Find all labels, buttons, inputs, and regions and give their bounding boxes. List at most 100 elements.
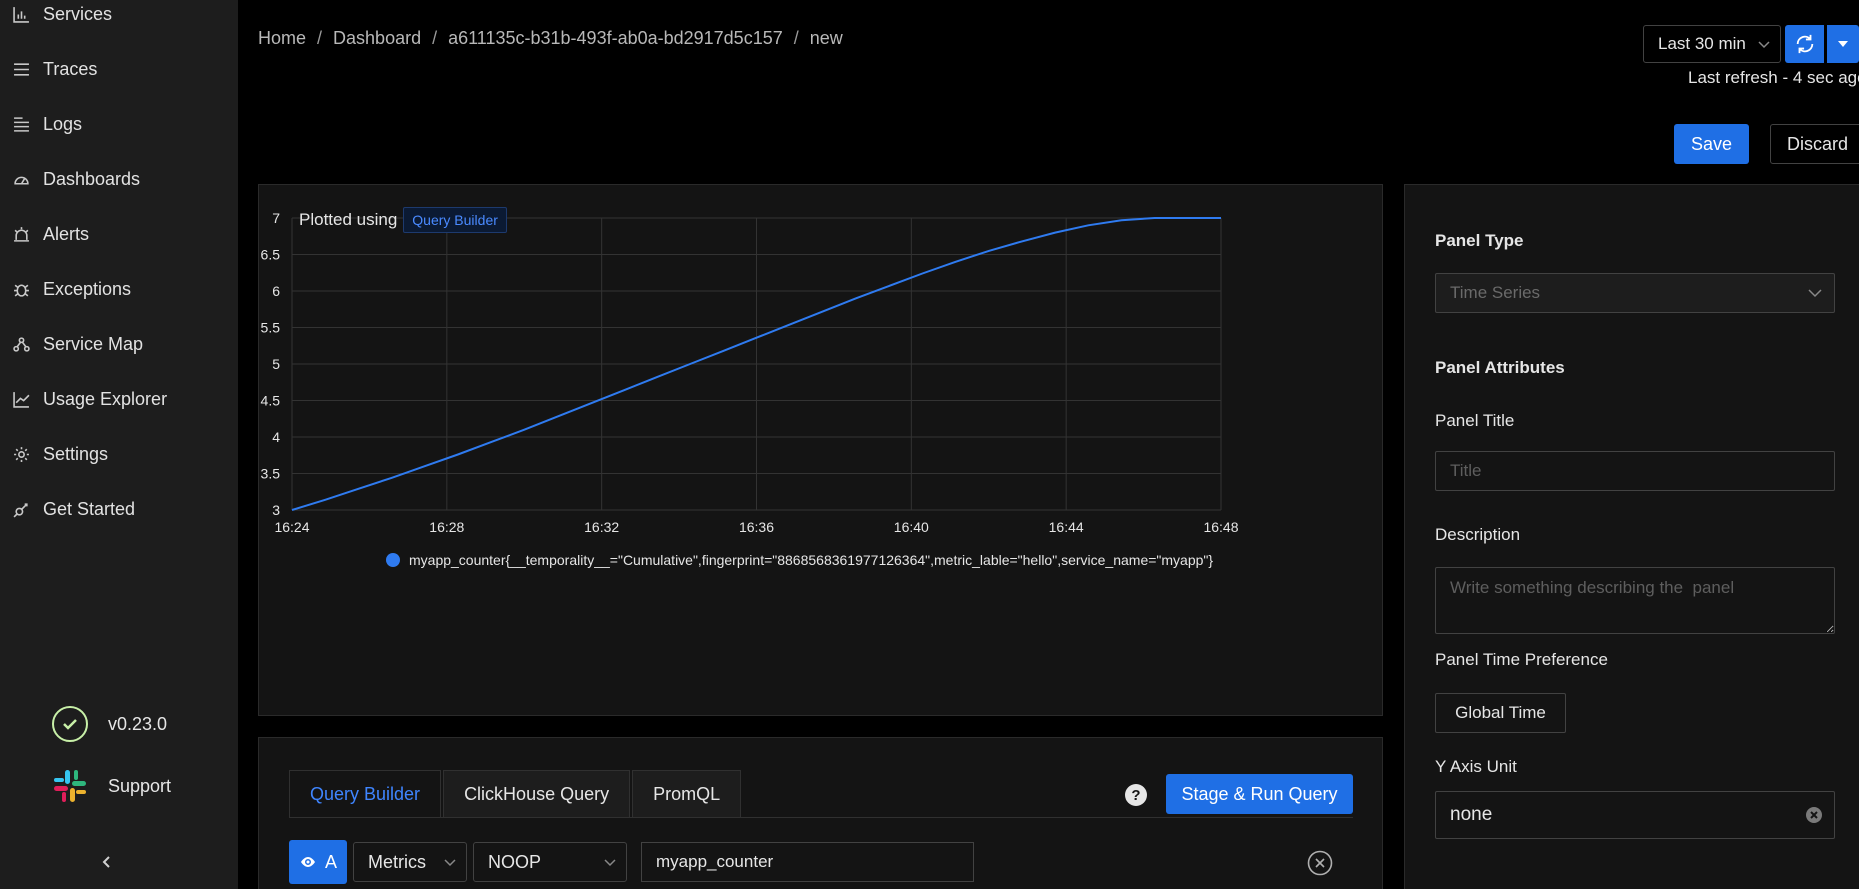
- alarm-icon: [12, 225, 30, 243]
- x-tick-label: 16:48: [1203, 519, 1238, 535]
- sidebar-item-label: Dashboards: [43, 168, 141, 189]
- sidebar-item-label: Exceptions: [43, 278, 132, 299]
- panel-settings: Panel Type Time Series Panel Attributes …: [1404, 184, 1859, 889]
- version-label: v0.23.0: [108, 713, 168, 734]
- legend-label: myapp_counter{__temporality__="Cumulativ…: [409, 552, 1213, 568]
- sidebar-item-label: Get Started: [43, 498, 136, 519]
- x-tick-label: 16:28: [429, 519, 464, 535]
- sidebar-item-label: Service Map: [43, 333, 144, 354]
- sidebar-item-service-map[interactable]: Service Map: [0, 324, 238, 364]
- eye-icon: [300, 857, 315, 867]
- query-builder-tag: Query Builder: [403, 207, 507, 233]
- global-time-button[interactable]: Global Time: [1435, 693, 1566, 733]
- y-tick-label: 6: [272, 283, 280, 299]
- panel-type-heading: Panel Type: [1435, 231, 1524, 250]
- bug-icon: [12, 280, 30, 298]
- sidebar-item-services[interactable]: Services: [0, 0, 238, 34]
- data-source-value: Metrics: [368, 851, 426, 872]
- aggregation-select[interactable]: NOOP: [473, 842, 627, 882]
- chart-panel: 3 3.5 4 4.5 5 5.5 6 6.5 7 16:24 16:28 16:32 16:36 16:…: [258, 184, 1383, 716]
- breadcrumb-dashboard-id[interactable]: a611135c-b31b-493f-ab0a-bd2917d5c157: [448, 28, 783, 49]
- sidebar-item-settings[interactable]: Settings: [0, 434, 238, 474]
- breadcrumb-home[interactable]: Home: [258, 28, 306, 49]
- x-tick-label: 16:44: [1049, 519, 1084, 535]
- slack-icon: [52, 768, 88, 804]
- tab-query-builder[interactable]: Query Builder: [289, 770, 442, 818]
- y-axis-unit-select[interactable]: none: [1435, 791, 1835, 839]
- version-info: v0.23.0: [52, 706, 167, 742]
- panel-title-label: Panel Title: [1435, 411, 1515, 430]
- chevron-down-icon: [1808, 289, 1822, 298]
- query-tabs: Query Builder ClickHouse Query PromQL: [289, 770, 743, 818]
- support-label: Support: [108, 775, 172, 796]
- panel-title-input[interactable]: [1435, 451, 1835, 491]
- breadcrumb-current: new: [809, 28, 843, 48]
- sidebar: Services Traces Logs Dashboards Alerts E…: [0, 0, 238, 889]
- y-tick-label: 3: [272, 502, 280, 518]
- sidebar-item-label: Usage Explorer: [43, 388, 168, 409]
- x-tick-label: 16:24: [274, 519, 309, 535]
- panel-type-select[interactable]: Time Series: [1435, 273, 1835, 313]
- query-name: A: [324, 851, 337, 872]
- sidebar-item-label: Services: [43, 3, 113, 24]
- line-chart-icon: [12, 390, 30, 408]
- sidebar-item-get-started[interactable]: Get Started: [0, 489, 238, 529]
- sidebar-item-exceptions[interactable]: Exceptions: [0, 269, 238, 309]
- deployment-unit-icon: [12, 335, 30, 353]
- sidebar-item-usage-explorer[interactable]: Usage Explorer: [0, 379, 238, 419]
- y-axis-unit-label: Y Axis Unit: [1435, 757, 1517, 776]
- chevron-left-icon: [100, 856, 114, 873]
- breadcrumb-dashboard[interactable]: Dashboard: [333, 28, 421, 49]
- sidebar-item-label: Logs: [43, 113, 83, 134]
- sidebar-item-dashboards[interactable]: Dashboards: [0, 159, 238, 199]
- data-source-select[interactable]: Metrics: [353, 842, 467, 882]
- breadcrumb-separator: /: [317, 28, 323, 48]
- breadcrumb: Home / Dashboard / a611135c-b31b-493f-ab…: [258, 28, 843, 49]
- chevron-down-icon: [604, 859, 616, 867]
- query-visibility-toggle[interactable]: A: [289, 840, 347, 884]
- y-tick-label: 3.5: [261, 466, 281, 482]
- discard-button[interactable]: Discard: [1770, 124, 1859, 164]
- y-tick-label: 4.5: [261, 393, 281, 409]
- sidebar-item-logs[interactable]: Logs: [0, 104, 238, 144]
- check-circle-icon: [52, 706, 88, 742]
- time-range-select[interactable]: Last 30 min: [1643, 25, 1781, 63]
- menu-lines-icon: [12, 60, 30, 78]
- tab-clickhouse-query[interactable]: ClickHouse Query: [443, 770, 631, 818]
- legend-marker: [386, 553, 400, 567]
- chevron-down-icon: [444, 859, 456, 867]
- breadcrumb-separator: /: [432, 28, 438, 48]
- save-button[interactable]: Save: [1674, 124, 1749, 164]
- aggregation-value: NOOP: [488, 851, 542, 872]
- x-tick-label: 16:40: [894, 519, 929, 535]
- y-tick-label: 4: [272, 429, 280, 445]
- description-label: Description: [1435, 525, 1521, 544]
- sidebar-item-label: Alerts: [43, 223, 90, 244]
- tab-promql[interactable]: PromQL: [632, 770, 742, 818]
- metric-name-input[interactable]: [641, 842, 974, 882]
- support-link[interactable]: Support: [52, 768, 171, 804]
- last-refresh-text: Last refresh - 4 sec ago: [1688, 68, 1859, 87]
- stage-and-run-query-button[interactable]: Stage & Run Query: [1166, 774, 1353, 814]
- gear-icon: [12, 445, 30, 463]
- y-axis-unit-value: none: [1450, 804, 1493, 825]
- plotted-using-label: Plotted using: [299, 210, 398, 229]
- tabs-divider: [289, 817, 1353, 818]
- plotted-using: Plotted using Query Builder: [299, 207, 507, 233]
- query-panel: Query Builder ClickHouse Query PromQL ? …: [258, 737, 1383, 889]
- chevron-down-icon: [1758, 41, 1770, 49]
- remove-query-button[interactable]: [1307, 850, 1333, 876]
- collapse-sidebar-button[interactable]: [100, 855, 124, 879]
- time-range-value: Last 30 min: [1658, 34, 1746, 53]
- query-row: A Metrics NOOP: [289, 840, 974, 884]
- refresh-button[interactable]: [1785, 25, 1824, 63]
- y-tick-label: 7: [272, 210, 280, 226]
- sidebar-item-traces[interactable]: Traces: [0, 49, 238, 89]
- refresh-options-button[interactable]: [1827, 25, 1859, 63]
- sidebar-item-alerts[interactable]: Alerts: [0, 214, 238, 254]
- dashboard-gauge-icon: [12, 170, 30, 188]
- description-textarea[interactable]: [1435, 567, 1835, 634]
- help-icon[interactable]: ?: [1125, 784, 1147, 806]
- panel-time-preference-label: Panel Time Preference: [1435, 650, 1608, 669]
- clear-icon[interactable]: [1806, 807, 1822, 823]
